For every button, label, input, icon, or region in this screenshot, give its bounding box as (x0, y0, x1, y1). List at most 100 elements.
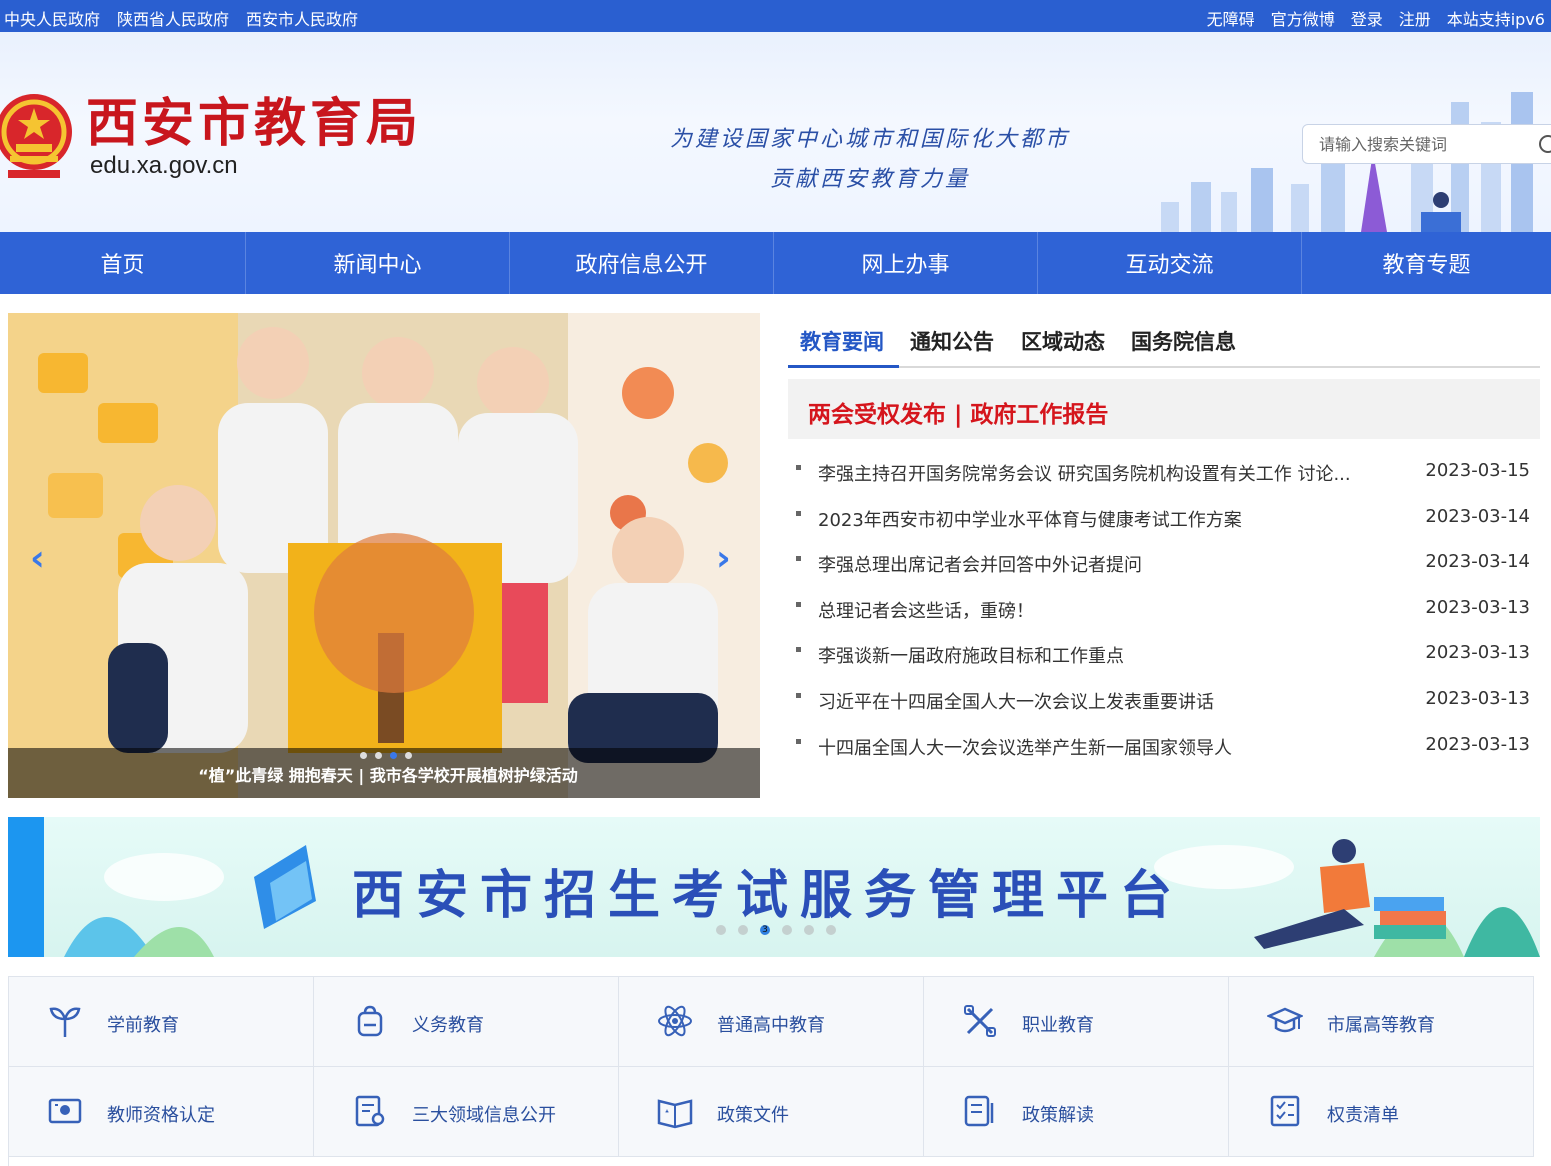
link-shaanxi-gov[interactable]: 陕西省人民政府 (117, 6, 229, 30)
top-left-links: 中央人民政府 陕西省人民政府 西安市人民政府 (4, 6, 358, 30)
sprout-icon (49, 1007, 81, 1037)
nav-interaction[interactable]: 互动交流 (1038, 232, 1302, 294)
service-label[interactable]: 义务教育 (412, 1011, 484, 1037)
top-right-links: 无障碍 官方微博 登录 注册 本站支持ipv6 (1207, 6, 1545, 30)
news-tabs: 教育要闻 通知公告 区域动态 国务院信息 (788, 322, 1540, 368)
link-ipv6[interactable]: 本站支持ipv6 (1447, 6, 1545, 30)
news-item[interactable]: 李强总理出席记者会并回答中外记者提问 2023-03-14 (796, 541, 1536, 587)
news-date: 2023-03-14 (1425, 505, 1530, 527)
bullet-icon (796, 601, 801, 607)
graduation-cap-icon (1267, 1007, 1303, 1033)
news-date: 2023-03-15 (1425, 460, 1530, 481)
service-label[interactable]: 权责清单 (1327, 1101, 1399, 1127)
national-emblem-icon (0, 94, 72, 178)
open-book-icon (657, 1099, 693, 1129)
service-teacher-cert[interactable]: 教师资格认定 (9, 1067, 314, 1157)
service-preschool[interactable]: 学前教育 (9, 977, 314, 1067)
policy-file-icon (964, 1095, 994, 1127)
nav-home[interactable]: 首页 (0, 232, 246, 294)
service-high-school[interactable]: 普通高中教育 (619, 977, 924, 1067)
tab-regional-news[interactable]: 区域动态 (1021, 326, 1105, 356)
bullet-icon (796, 556, 801, 562)
news-item[interactable]: 李强主持召开国务院常务会议 研究国务院机构设置有关工作 讨论... 2023-03… (796, 450, 1536, 496)
banner-dot[interactable] (738, 925, 748, 935)
service-info-disclosure[interactable]: 三大领域信息公开 (314, 1067, 619, 1157)
link-login[interactable]: 登录 (1351, 6, 1383, 30)
document-search-icon (355, 1095, 385, 1127)
banner-dot[interactable] (716, 925, 726, 935)
service-label[interactable]: 教师资格认定 (107, 1101, 215, 1127)
search-box (1302, 124, 1551, 164)
banner-dot[interactable] (804, 925, 814, 935)
service-compulsory[interactable]: 义务教育 (314, 977, 619, 1067)
tab-notices[interactable]: 通知公告 (910, 326, 994, 356)
service-policy-docs[interactable]: 政策文件 (619, 1067, 924, 1157)
nav-online-services[interactable]: 网上办事 (774, 232, 1038, 294)
carousel-dot-active[interactable] (390, 752, 397, 759)
link-weibo[interactable]: 官方微博 (1271, 6, 1335, 30)
carousel-dot[interactable] (375, 752, 382, 759)
id-card-icon (48, 1098, 82, 1124)
news-date: 2023-03-13 (1425, 687, 1530, 709)
bullet-icon (796, 647, 801, 653)
service-policy-interpretation[interactable]: 政策解读 (924, 1067, 1229, 1157)
news-title[interactable]: 习近平在十四届全国人大一次会议上发表重要讲话 (818, 688, 1388, 714)
carousel-caption[interactable]: “植”此青绿 拥抱春天 | 我市各学校开展植树护绿活动 (8, 762, 760, 786)
service-label[interactable]: 三大领域信息公开 (412, 1101, 556, 1127)
tab-state-council-info[interactable]: 国务院信息 (1131, 326, 1236, 356)
checklist-icon (1270, 1095, 1300, 1127)
banner-dots: 3 (716, 925, 836, 935)
carousel-dot[interactable] (405, 752, 412, 759)
service-label[interactable]: 政策文件 (717, 1101, 789, 1127)
carousel-caption-bar: “植”此青绿 拥抱春天 | 我市各学校开展植树护绿活动 (8, 748, 760, 798)
link-xian-gov[interactable]: 西安市人民政府 (246, 6, 358, 30)
news-item[interactable]: 2023年西安市初中学业水平体育与健康考试工作方案 2023-03-14 (796, 496, 1536, 542)
news-title[interactable]: 李强谈新一届政府施政目标和工作重点 (818, 642, 1388, 668)
banner-dot[interactable] (826, 925, 836, 935)
banner-dot[interactable] (782, 925, 792, 935)
news-title[interactable]: 李强主持召开国务院常务会议 研究国务院机构设置有关工作 讨论... (818, 460, 1388, 486)
bullet-icon (796, 692, 801, 698)
news-item[interactable]: 李强谈新一届政府施政目标和工作重点 2023-03-13 (796, 632, 1536, 678)
service-higher-ed[interactable]: 市属高等教育 (1229, 977, 1534, 1067)
banner-dot-active[interactable]: 3 (760, 925, 770, 935)
news-title[interactable]: 十四届全国人大一次会议选举产生新一届国家领导人 (818, 734, 1388, 760)
news-date: 2023-03-13 (1425, 596, 1530, 618)
carousel-next-arrow[interactable]: › (716, 541, 731, 577)
service-label[interactable]: 学前教育 (107, 1011, 179, 1037)
bullet-icon (796, 465, 801, 470)
news-title[interactable]: 总理记者会这些话，重磅！ (818, 597, 1388, 623)
service-grid: 学前教育 义务教育 普通高中教育 职业教育 市属高等教育 教师资格认定 三大领域… (8, 976, 1534, 1166)
link-central-gov[interactable]: 中央人民政府 (4, 6, 100, 30)
service-responsibility-list[interactable]: 权责清单 (1229, 1067, 1534, 1157)
tab-education-news[interactable]: 教育要闻 (800, 326, 884, 356)
active-tab-underline (788, 365, 899, 368)
search-icon[interactable] (1539, 135, 1551, 153)
news-title[interactable]: 2023年西安市初中学业水平体育与健康考试工作方案 (818, 506, 1388, 532)
service-label[interactable]: 职业教育 (1022, 1011, 1094, 1037)
service-label[interactable]: 普通高中教育 (717, 1011, 825, 1037)
site-url: edu.xa.gov.cn (90, 152, 238, 179)
service-label[interactable]: 政策解读 (1022, 1101, 1094, 1127)
link-accessibility[interactable]: 无障碍 (1207, 6, 1255, 30)
news-item[interactable]: 十四届全国人大一次会议选举产生新一届国家领导人 2023-03-13 (796, 724, 1536, 770)
service-vocational[interactable]: 职业教育 (924, 977, 1229, 1067)
nav-education-topics[interactable]: 教育专题 (1302, 232, 1551, 294)
news-item[interactable]: 总理记者会这些话，重磅！ 2023-03-13 (796, 587, 1536, 633)
news-carousel[interactable]: ‹ › “植”此青绿 拥抱春天 | 我市各学校开展植树护绿活动 (8, 313, 760, 798)
search-input[interactable] (1319, 133, 1519, 155)
service-label[interactable]: 市属高等教育 (1327, 1011, 1435, 1037)
exam-platform-banner[interactable]: 西安市招生考试服务管理平台 3 (8, 817, 1540, 957)
carousel-prev-arrow[interactable]: ‹ (30, 541, 45, 577)
banner-side-strip (8, 817, 44, 957)
headline-link[interactable]: 两会受权发布 | 政府工作报告 (808, 395, 1108, 429)
nav-gov-info[interactable]: 政府信息公开 (510, 232, 774, 294)
news-title[interactable]: 李强总理出席记者会并回答中外记者提问 (818, 551, 1388, 577)
nav-news-center[interactable]: 新闻中心 (246, 232, 510, 294)
main-nav: 首页 新闻中心 政府信息公开 网上办事 互动交流 教育专题 (0, 232, 1551, 294)
link-register[interactable]: 注册 (1399, 6, 1431, 30)
news-item[interactable]: 习近平在十四届全国人大一次会议上发表重要讲话 2023-03-13 (796, 678, 1536, 724)
banner-title: 西安市招生考试服务管理平台 (352, 866, 1185, 926)
carousel-dot[interactable] (360, 752, 367, 759)
news-list: 李强主持召开国务院常务会议 研究国务院机构设置有关工作 讨论... 2023-03… (796, 450, 1536, 769)
